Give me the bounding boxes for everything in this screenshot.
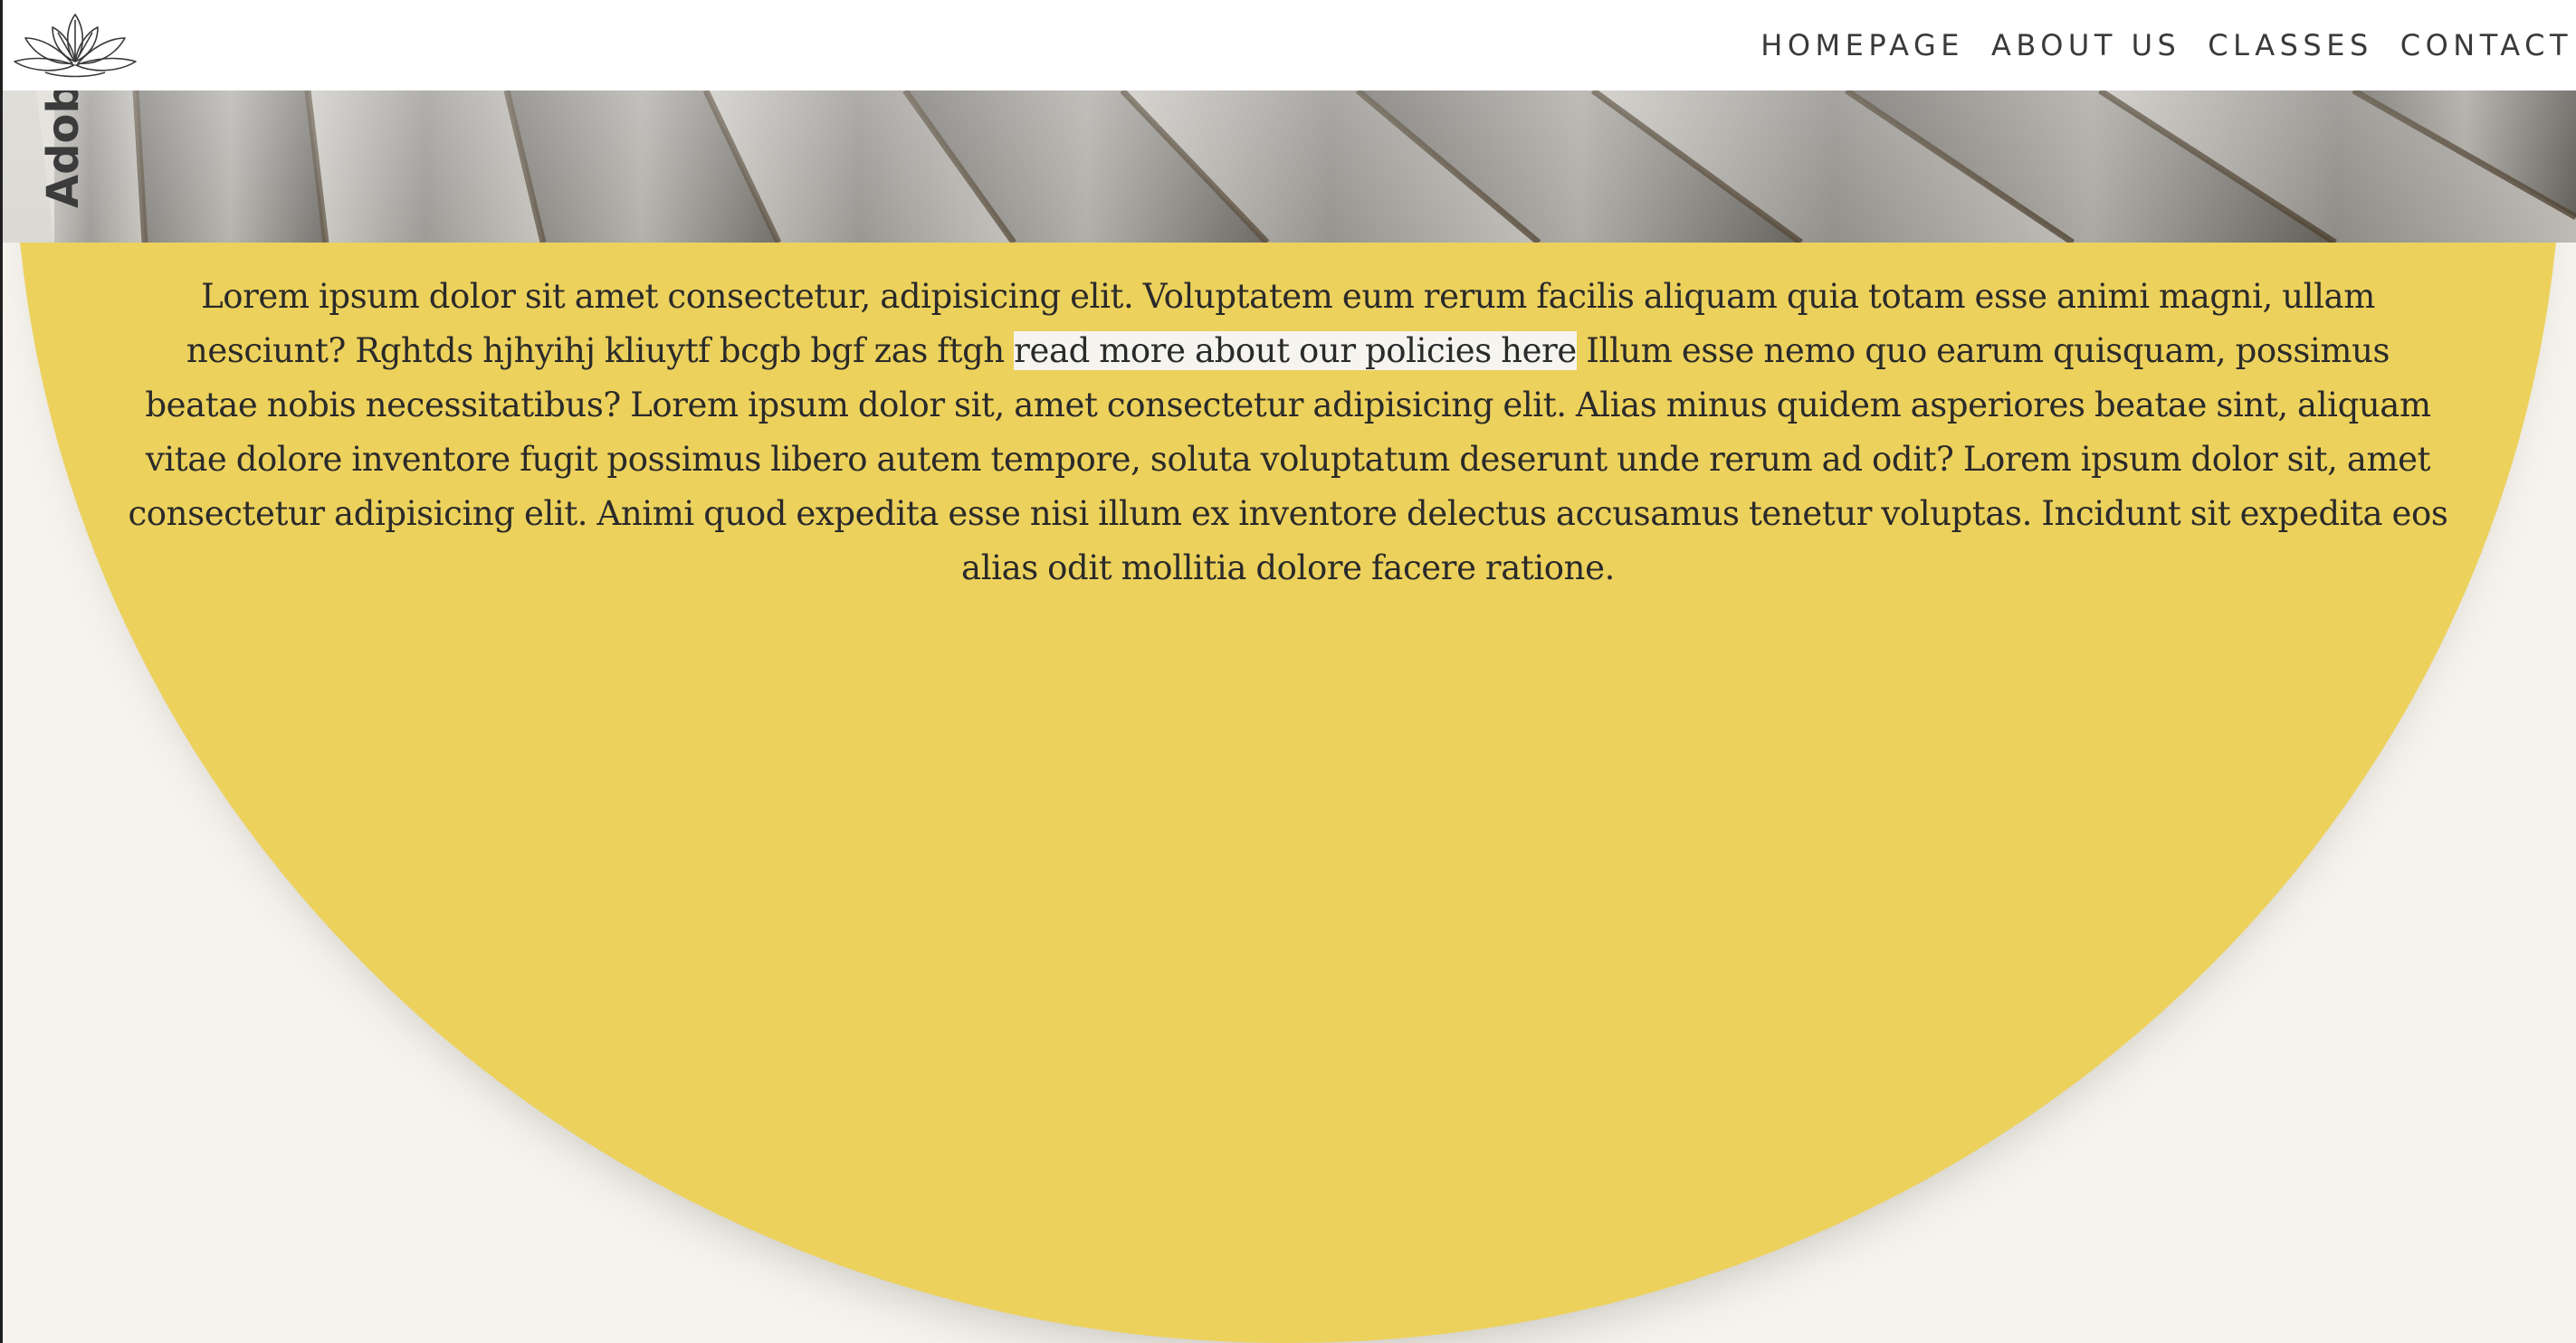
main-content: Lorem ipsum dolor sit amet consectetur, … xyxy=(127,270,2449,595)
banner-image: Adob xyxy=(0,90,2576,243)
nav-contact[interactable]: CONTACT xyxy=(2400,28,2572,62)
lotus-logo-icon[interactable] xyxy=(9,5,141,81)
watermark-text: Adob xyxy=(38,90,89,208)
policies-link[interactable]: read more about our policies here xyxy=(1014,331,1577,370)
nav-about-us[interactable]: ABOUT US xyxy=(1991,28,2180,62)
policies-paragraph: Lorem ipsum dolor sit amet consectetur, … xyxy=(127,270,2449,595)
nav-classes[interactable]: CLASSES xyxy=(2208,28,2372,62)
wooden-planks-image xyxy=(0,90,2576,243)
main-nav: HOMEPAGE ABOUT US CLASSES CONTACT xyxy=(1733,0,2576,90)
nav-homepage[interactable]: HOMEPAGE xyxy=(1760,28,1964,62)
site-header: HOMEPAGE ABOUT US CLASSES CONTACT xyxy=(0,0,2576,90)
